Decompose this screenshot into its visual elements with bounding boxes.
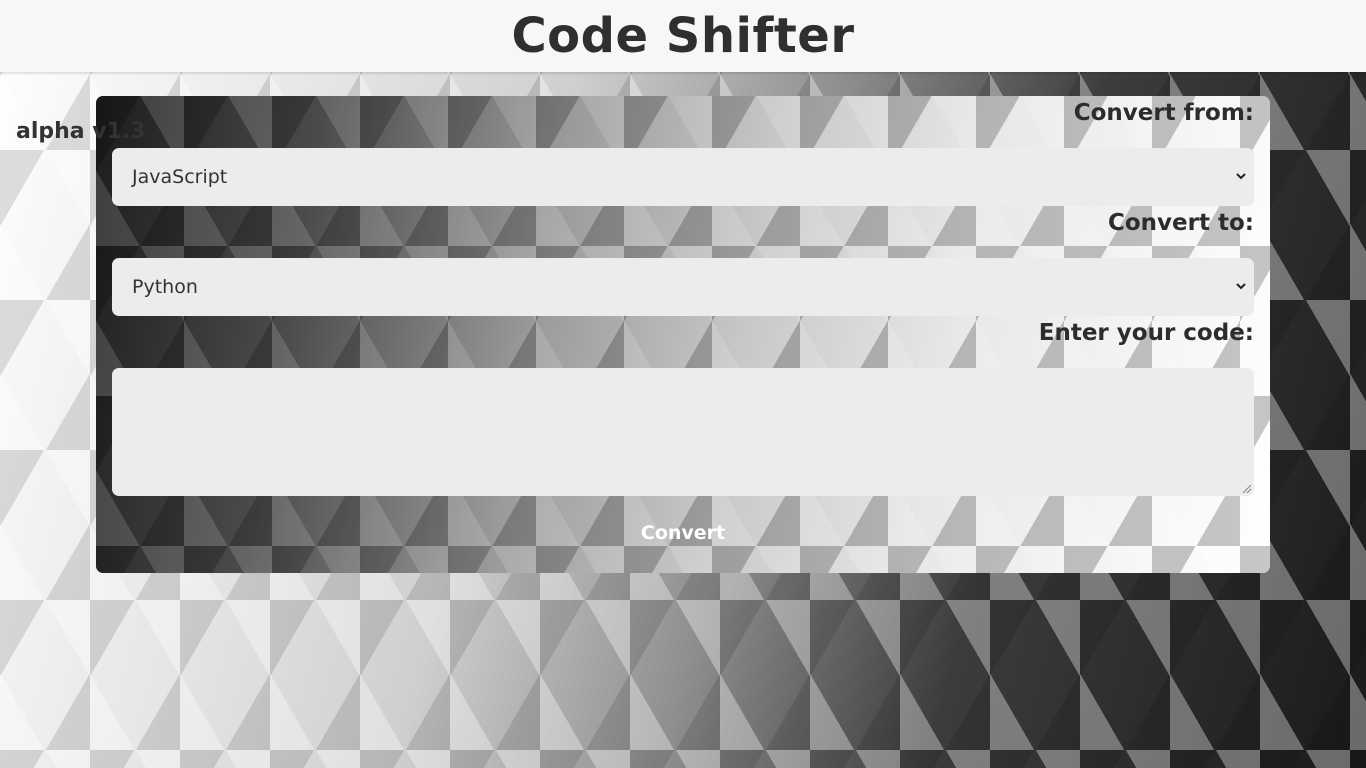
enter-code-label: Enter your code: [1038,320,1254,346]
convert-to-select[interactable]: Python [112,258,1254,316]
converter-panel: Convert from: JavaScript Convert to: Pyt… [96,96,1270,573]
convert-button[interactable]: Convert [96,522,1270,544]
resize-grip-icon[interactable] [1243,485,1251,493]
convert-to-value: Python [132,276,198,298]
convert-to-label: Convert to: [1108,210,1254,236]
convert-from-label: Convert from: [1073,100,1254,126]
chevron-down-icon [1236,148,1246,206]
convert-from-value: JavaScript [132,166,228,188]
chevron-down-icon [1236,258,1246,316]
app-header: Code Shifter [0,0,1366,72]
version-label: alpha v1.3 [16,119,146,144]
convert-from-select[interactable]: JavaScript [112,148,1254,206]
code-input[interactable] [112,368,1254,496]
page-title: Code Shifter [511,8,855,64]
